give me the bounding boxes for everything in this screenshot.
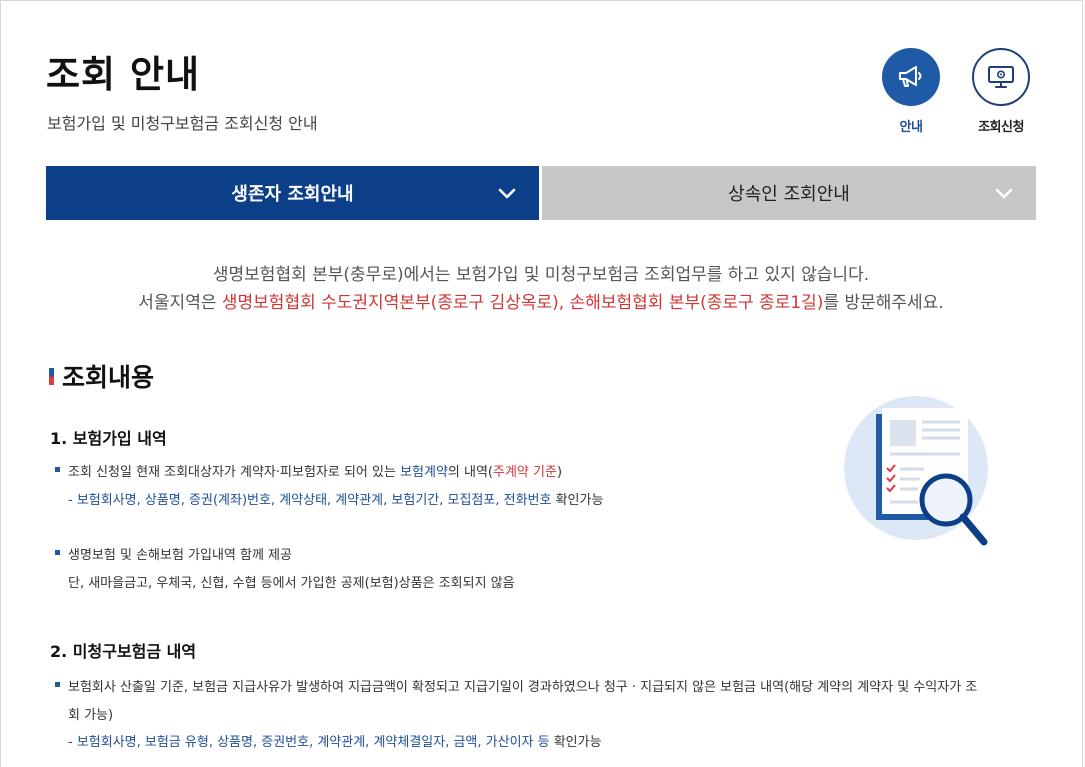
chevron-down-icon (498, 188, 516, 199)
megaphone-icon (899, 66, 922, 87)
s2-b1-line1: 보험회사 산출일 기준, 보험금 지급사유가 발생하여 지급금액이 확정되고 지… (68, 680, 978, 695)
tab-heir-label: 상속인 조회안내 (728, 184, 850, 205)
s1-b1-mid: 의 내역( (447, 465, 493, 480)
tab-survivor-guide[interactable]: 생존자 조회안내 (46, 166, 539, 220)
subsection-1-bullet-2: 생명보험 및 손해보험 가입내역 함께 제공 (55, 544, 292, 563)
subsection-1-title: 1. 보험가입 내역 (50, 429, 167, 448)
subsection-2-bullet-1-detail: - 보험회사명, 보험금 유형, 상품명, 증권번호, 계약관계, 계약체결일자… (68, 731, 602, 750)
subsection-1-bullet-1: 조회 신청일 현재 조회대상자가 계약자·피보험자로 되어 있는 보험계약의 내… (55, 461, 562, 480)
page-subtitle: 보험가입 및 미청구보험금 조회신청 안내 (47, 114, 318, 133)
s1-b2-text: 생명보험 및 손해보험 가입내역 함께 제공 (68, 548, 292, 563)
tab-survivor-label: 생존자 조회안내 (231, 184, 354, 205)
s1-b1-detail-blue: - 보험회사명, 상품명, 증권(계좌)번호, 계약상태, 계약관계, 보험기간… (68, 493, 552, 508)
s1-b1-detail-post: 확인가능 (551, 493, 604, 508)
s1-b1-post: ) (556, 465, 563, 480)
quick-request-label: 조회신청 (978, 120, 1024, 135)
quick-guide-label: 안내 (899, 120, 923, 135)
s2-b1-detail-blue: - 보험회사명, 보험금 유형, 상품명, 증권번호, 계약관계, 계약체결일자… (68, 735, 550, 750)
notice-line-2-pre: 서울지역은 (138, 293, 222, 313)
section-title: 조회내용 (49, 358, 154, 394)
chevron-down-icon (995, 188, 1013, 199)
notice-line-2-highlight: 생명보험협회 수도권지역본부(종로구 김상옥로), 손해보험협회 본부(종로구 … (221, 293, 824, 313)
notice-line-2: 서울지역은 생명보험협회 수도권지역본부(종로구 김상옥로), 손해보험협회 본… (46, 288, 1036, 313)
monitor-icon (988, 66, 1014, 88)
subsection-1-bullet-2-detail: 단, 새마을금고, 우체국, 신협, 수협 등에서 가입한 공제(보험)상품은 … (68, 576, 515, 591)
section-title-text: 조회내용 (62, 363, 155, 392)
subsection-2-bullet-1-line2: 회 가능) (68, 708, 114, 723)
s2-b1-detail-post: 확인가능 (549, 735, 602, 750)
subsection-2-bullet-1: 보험회사 산출일 기준, 보험금 지급사유가 발생하여 지급금액이 확정되고 지… (55, 676, 977, 695)
section-bar-icon (49, 367, 54, 385)
subsection-1-bullet-1-detail: - 보험회사명, 상품명, 증권(계좌)번호, 계약상태, 계약관계, 보험기간… (68, 489, 603, 508)
tab-heir-guide[interactable]: 상속인 조회안내 (542, 166, 1036, 220)
notice-line-1: 생명보험협회 본부(충무로)에서는 보험가입 및 미청구보험금 조회업무를 하고… (212, 265, 870, 285)
guide-circle (882, 48, 940, 106)
s1-b1-pre: 조회 신청일 현재 조회대상자가 계약자·피보험자로 되어 있는 (68, 465, 401, 480)
quick-request-button[interactable]: 조회신청 (966, 48, 1036, 135)
s1-b1-blue: 보험계약 (400, 465, 448, 480)
notice-line-2-post: 를 방문해주세요. (823, 293, 944, 313)
request-circle (972, 48, 1030, 106)
subsection-2-title: 2. 미청구보험금 내역 (50, 642, 197, 661)
s1-b1-red: 주계약 기준 (493, 465, 557, 480)
document-search-icon (844, 396, 988, 546)
page-title: 조회 안내 (46, 53, 201, 96)
quick-guide-button[interactable]: 안내 (876, 48, 946, 135)
